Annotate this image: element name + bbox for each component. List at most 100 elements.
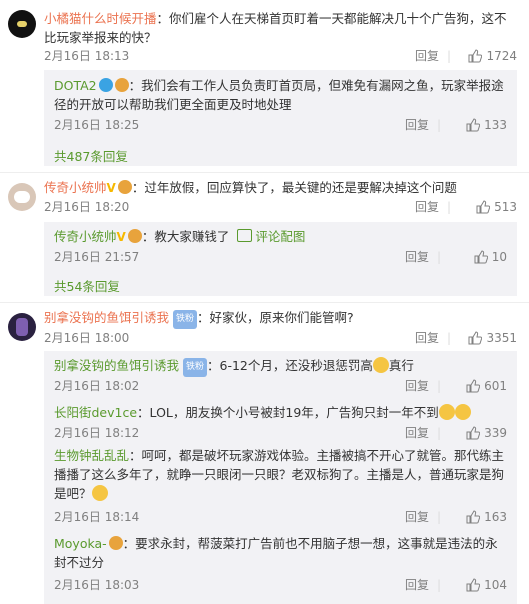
reply-button[interactable]: 回复 — [405, 508, 429, 526]
reply-box: 传奇小统帅V ：教大家赚钱了 评论配图 2月16日 21:57 回复 | 10 共5… — [44, 222, 517, 296]
divider: | — [436, 250, 441, 264]
reply-time: 2月16日 18:14 — [54, 510, 140, 524]
verified-icon — [98, 78, 113, 92]
like-count: 513 — [494, 200, 517, 214]
laugh-emoji-icon — [438, 404, 455, 420]
divider: | — [436, 578, 441, 592]
reply-button[interactable]: 回复 — [415, 329, 439, 347]
more-replies-link[interactable]: 共487条回复 — [54, 146, 128, 165]
cry-emoji-icon — [91, 485, 108, 501]
like-count: 104 — [484, 578, 507, 592]
reply-text: Moyoka- ：要求永封，帮菠菜打广告前也不用脑子想一想，这事就是违法的永封不过… — [54, 536, 498, 570]
comment-text: 小橘猫什么时候开播：你们雇个人在天梯首页盯着一天都能解决几十个广告狗，这不比玩家… — [44, 11, 507, 45]
reply-time: 2月16日 18:03 — [54, 578, 140, 592]
avatar[interactable] — [8, 313, 36, 341]
like-count: 3351 — [486, 331, 517, 345]
vip-icon: V — [116, 230, 126, 244]
reply-text: 传奇小统帅V ：教大家赚钱了 评论配图 — [54, 229, 306, 244]
more-replies-link[interactable]: 共54条回复 — [54, 276, 120, 295]
like-count: 339 — [484, 426, 507, 440]
thumb-up-icon — [466, 510, 481, 524]
thumb-up-icon — [468, 331, 483, 345]
reply-button[interactable]: 回复 — [405, 424, 429, 442]
like-button[interactable]: 10 — [474, 248, 507, 266]
divider: | — [436, 118, 441, 132]
comment-user[interactable]: 别拿没钩的鱼饵引诱我 — [44, 310, 169, 325]
image-icon — [237, 229, 253, 242]
thumb-up-icon — [466, 426, 481, 440]
reply-button[interactable]: 回复 — [415, 47, 439, 65]
reply-text: DOTA2 ：我们会有工作人员负责盯首页局，但难免有漏网之鱼，玩家举报途径的开放可… — [54, 78, 504, 112]
fan-badge: 铁粉 — [183, 358, 208, 377]
thumb-up-icon — [466, 118, 481, 132]
like-button[interactable]: 133 — [466, 116, 507, 134]
reply-button[interactable]: 回复 — [415, 198, 439, 216]
comment-meta: 2月16日 18:13 回复 | 1724 — [44, 47, 517, 65]
reply-item: DOTA2 ：我们会有工作人员负责盯首页局，但难免有漏网之鱼，玩家举报途径的开放可… — [54, 76, 507, 132]
comment-meta: 2月16日 18:20 回复 | 513 — [44, 198, 517, 216]
reply-item: 长阳街dev1ce：LOL，朋友换个小号被封19年，广告狗只封一年不到 2月16… — [54, 403, 507, 440]
reply-user[interactable]: 长阳街dev1ce — [54, 405, 137, 420]
reply-button[interactable]: 回复 — [405, 576, 429, 594]
reply-meta: 2月16日 18:12 回复 | 339 — [54, 424, 507, 442]
reply-button[interactable]: 回复 — [405, 116, 429, 134]
divider: | — [436, 510, 441, 524]
reply-user[interactable]: 别拿没钩的鱼饵引诱我 — [54, 358, 179, 373]
like-count: 601 — [484, 379, 507, 393]
reply-user[interactable]: DOTA2 — [54, 78, 97, 93]
divider: | — [446, 200, 451, 214]
divider — [0, 172, 529, 173]
divider: | — [446, 331, 451, 345]
reply-button[interactable]: 回复 — [405, 248, 429, 266]
like-button[interactable]: 1724 — [468, 47, 517, 65]
reply-time: 2月16日 18:25 — [54, 118, 140, 132]
vip-icon: V — [106, 181, 116, 195]
reply-meta: 2月16日 21:57 回复 | 10 — [54, 248, 507, 266]
reply-button[interactable]: 回复 — [405, 377, 429, 395]
reply-text: 生物钟乱乱乱：呵呵，都是破坏玩家游戏体验。主播被搞不开心了就管。那代练主播播了这… — [54, 448, 505, 501]
reply-item: 别拿没钩的鱼饵引诱我 铁粉 ：6-12个月，还没秒退惩罚高 真行 2月16日 18:… — [54, 356, 507, 393]
comment-user[interactable]: 小橘猫什么时候开播 — [44, 11, 157, 26]
reply-meta: 2月16日 18:14 回复 | 163 — [54, 508, 507, 526]
like-button[interactable]: 339 — [466, 424, 507, 442]
member-icon — [117, 180, 132, 194]
thumb-up-icon — [474, 250, 488, 264]
thumb-up-icon — [468, 49, 483, 63]
member-icon — [114, 78, 129, 92]
reply-item: 生物钟乱乱乱：呵呵，都是破坏玩家游戏体验。主播被搞不开心了就管。那代练主播播了这… — [54, 446, 507, 524]
avatar[interactable] — [8, 10, 36, 38]
divider — [0, 302, 529, 303]
member-icon — [108, 536, 123, 550]
like-button[interactable]: 163 — [466, 508, 507, 526]
like-count: 1724 — [486, 49, 517, 63]
comment-time: 2月16日 18:13 — [44, 49, 130, 63]
reply-meta: 2月16日 18:02 回复 | 601 — [54, 377, 507, 395]
member-icon — [127, 229, 142, 243]
comment-time: 2月16日 18:20 — [44, 200, 130, 214]
reply-item: Moyoka- ：要求永封，帮菠菜打广告前也不用脑子想一想，这事就是违法的永封不过… — [54, 534, 507, 592]
reply-text: 别拿没钩的鱼饵引诱我 铁粉 ：6-12个月，还没秒退惩罚高 真行 — [54, 356, 507, 377]
reply-meta: 2月16日 18:03 回复 | 104 — [54, 576, 507, 594]
reply-time: 2月16日 18:02 — [54, 379, 140, 393]
divider: | — [436, 379, 441, 393]
like-button[interactable]: 601 — [466, 377, 507, 395]
like-button[interactable]: 3351 — [468, 329, 517, 347]
reply-user[interactable]: Moyoka- — [54, 536, 107, 551]
reply-user[interactable]: 生物钟乱乱乱 — [54, 448, 129, 463]
comment-text: 别拿没钩的鱼饵引诱我 铁粉 ：好家伙，原来你们能管啊? — [44, 308, 517, 329]
like-count: 163 — [484, 510, 507, 524]
laugh-emoji-icon — [454, 404, 471, 420]
like-button[interactable]: 104 — [466, 576, 507, 594]
avatar[interactable] — [8, 183, 36, 211]
like-button[interactable]: 513 — [476, 198, 517, 216]
thumb-up-icon — [476, 200, 491, 214]
comment-time: 2月16日 18:00 — [44, 331, 130, 345]
reply-meta: 2月16日 18:25 回复 | 133 — [54, 116, 507, 134]
reply-box: DOTA2 ：我们会有工作人员负责盯首页局，但难免有漏网之鱼，玩家举报途径的开放可… — [44, 70, 517, 166]
reply-user[interactable]: 传奇小统帅 — [54, 229, 117, 244]
divider: | — [446, 49, 451, 63]
comment-image-link[interactable]: 评论配图 — [255, 229, 305, 244]
comment-text: 传奇小统帅V ：过年放假，回应算快了，最关键的还是要解决掉这个问题 — [44, 180, 457, 195]
reply-box: 别拿没钩的鱼饵引诱我 铁粉 ：6-12个月，还没秒退惩罚高 真行 2月16日 18:… — [44, 351, 517, 604]
comment-user[interactable]: 传奇小统帅 — [44, 180, 107, 195]
